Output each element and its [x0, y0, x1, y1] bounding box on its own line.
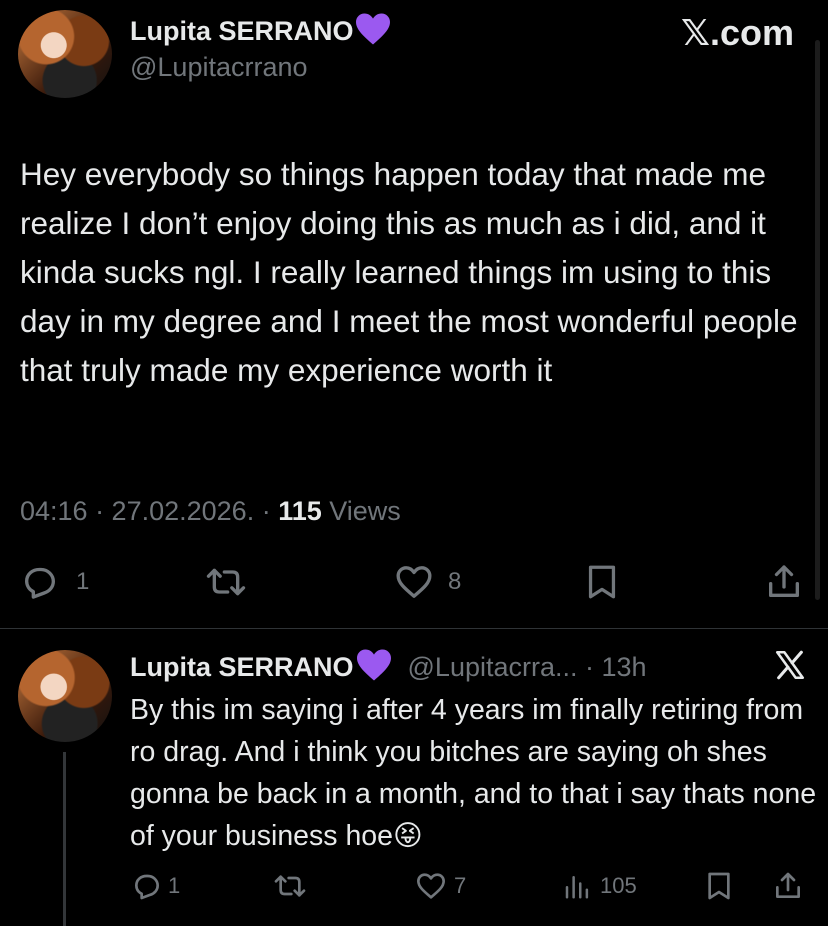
scroll-indicator[interactable]: [815, 40, 820, 600]
reply-post-body: By this im saying i after 4 years im fin…: [130, 694, 817, 852]
reply-views-count: 105: [600, 873, 637, 898]
reply-share-button[interactable]: [772, 870, 804, 902]
retweet-button[interactable]: [204, 562, 248, 602]
reply-like-button[interactable]: 7: [414, 870, 466, 902]
reply-post-author[interactable]: Lupita SERRANO @Lupitacrra... · 13h: [130, 648, 647, 683]
share-icon: [776, 872, 800, 898]
post-meta: 04:16 · 27.02.2026. · 115 Views: [20, 496, 401, 527]
site-label: 𝕏.com: [680, 12, 794, 53]
reply-bookmark-button[interactable]: [704, 870, 734, 902]
author-handle[interactable]: @Lupitacrrano: [130, 52, 308, 83]
bookmark-icon: [588, 565, 616, 599]
retweet-icon: [206, 568, 246, 596]
purple-heart-icon: [355, 13, 390, 45]
bookmark-icon: [708, 872, 730, 900]
like-button[interactable]: 8: [394, 562, 461, 602]
author-name: Lupita SERRANO: [130, 16, 354, 46]
like-icon: [396, 566, 432, 598]
main-post-author[interactable]: Lupita SERRANO: [130, 12, 392, 47]
reply-handle-time[interactable]: @Lupitacrra... · 13h: [408, 652, 647, 682]
reply-retweet-button[interactable]: [272, 870, 308, 902]
reply-views-button[interactable]: 105: [562, 870, 637, 902]
reply-button[interactable]: 1: [20, 562, 89, 602]
reply-icon: [25, 567, 55, 599]
purple-heart-icon: [356, 649, 391, 681]
reply-reply-button[interactable]: 1: [130, 870, 180, 902]
share-icon: [769, 565, 799, 597]
views-label: Views: [321, 496, 401, 526]
reply-icon: [135, 874, 159, 900]
like-icon: [417, 873, 445, 899]
main-post-body: Hey everybody so things happen today tha…: [20, 156, 798, 388]
post-timestamp[interactable]: 04:16 · 27.02.2026. ·: [20, 496, 278, 526]
views-count: 115: [278, 496, 322, 526]
reply-author-name: Lupita SERRANO: [130, 652, 354, 682]
main-post-avatar[interactable]: [18, 10, 112, 98]
reply-reply-count: 1: [168, 873, 181, 898]
retweet-icon: [274, 875, 306, 897]
share-button[interactable]: [764, 562, 804, 602]
bookmark-button[interactable]: [584, 562, 620, 602]
views-icon: [565, 876, 589, 899]
post-divider: [0, 628, 828, 629]
like-count: 8: [448, 568, 462, 595]
thread-line: [63, 752, 66, 926]
reply-like-count: 7: [454, 873, 467, 898]
reply-post-avatar[interactable]: [18, 650, 112, 742]
reply-count: 1: [76, 568, 90, 595]
x-logo-icon[interactable]: [772, 648, 808, 682]
